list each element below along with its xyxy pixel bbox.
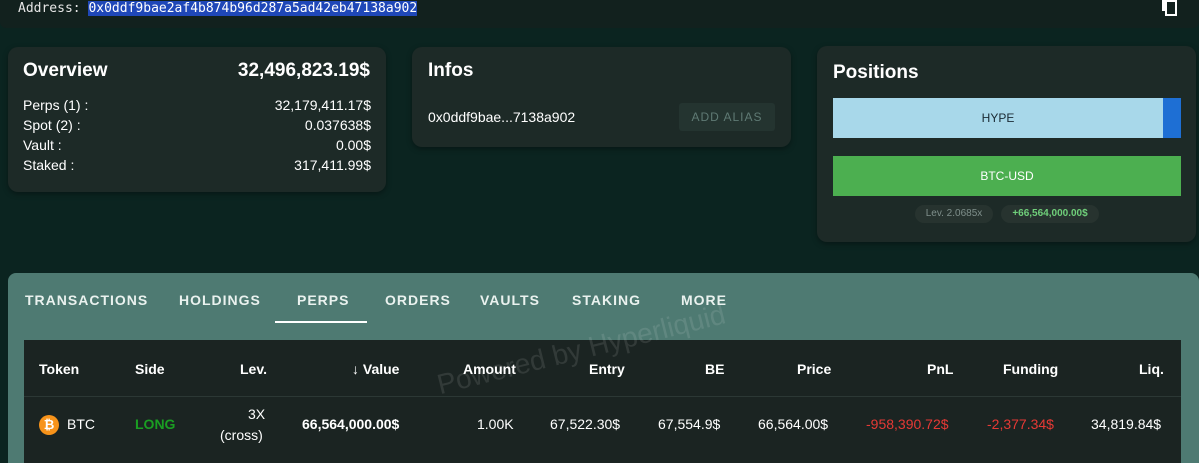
address-bar: Address: 0x0ddf9bae2af4b874b96d287a5ad42… [0,0,1199,28]
overview-row-perps: Perps (1) : 32,179,411.17$ [23,97,371,115]
overview-row-value: 0.00$ [335,137,371,153]
overview-row-label: Vault : [23,137,62,153]
tab-staking[interactable]: STAKING [572,292,641,308]
cell-side: LONG [135,416,176,432]
watermark: Powered by Hyperliquid [434,298,729,401]
cell-liq: 34,819.84$ [1091,416,1162,432]
header-price[interactable]: Price [797,361,831,377]
sort-down-icon: ↓ [352,361,359,377]
header-token[interactable]: Token [39,361,79,377]
bitcoin-icon: ₿ [39,415,59,435]
address-value[interactable]: 0x0ddf9bae2af4b874b96d287a5ad42eb47138a9… [88,1,418,16]
tab-orders[interactable]: ORDERS [385,292,451,308]
cell-token[interactable]: BTC [67,416,95,432]
positions-title: Positions [833,62,919,83]
overview-row-staked: Staked : 317,411.99$ [23,157,371,175]
cell-value: 66,564,000.00$ [302,416,400,432]
header-pnl[interactable]: PnL [927,361,953,377]
tab-transactions[interactable]: TRANSACTIONS [25,292,148,308]
overview-row-value: 317,411.99$ [294,157,371,173]
overview-row-label: Spot (2) : [23,117,81,133]
tab-vaults[interactable]: VAULTS [480,292,540,308]
cell-lev-line1: 3X [248,406,266,422]
perps-table: Powered by Hyperliquid Token Side Lev. ↓… [24,298,1181,463]
position-value-pill: +66,564,000.00$ [1001,205,1099,223]
infos-card: Infos 0x0ddf9bae...7138a902 ADD ALIAS [412,47,791,147]
short-address: 0x0ddf9bae...7138a902 [428,109,576,125]
header-value-label: Value [362,361,400,377]
header-value[interactable]: ↓ Value [352,361,399,377]
leverage-pill: Lev. 2.0685x [915,205,993,223]
header-lev[interactable]: Lev. [240,361,267,377]
tab-perps[interactable]: PERPS [297,292,349,308]
header-entry[interactable]: Entry [589,361,625,377]
cell-amount: 1.00K [477,416,514,432]
overview-card: Overview 32,496,823.19$ Perps (1) : 32,1… [8,47,386,192]
overview-row-value: 32,179,411.17$ [274,97,371,113]
overview-row-label: Staked : [23,157,75,173]
header-side[interactable]: Side [135,361,165,377]
positions-card: Positions HYPE BTC-USD Lev. 2.0685x +66,… [817,46,1196,242]
header-amount[interactable]: Amount [463,361,516,377]
add-alias-button[interactable]: ADD ALIAS [679,103,775,131]
infos-title: Infos [428,60,474,81]
overview-row-spot: Spot (2) : 0.037638$ [23,117,371,135]
cell-lev-line2: (cross) [220,427,263,443]
header-be[interactable]: BE [705,361,724,377]
copy-icon[interactable] [1160,0,1180,18]
overview-row-vault: Vault : 0.00$ [23,137,371,155]
address-text: Address: 0x0ddf9bae2af4b874b96d287a5ad42… [18,1,418,16]
cell-funding: -2,377.34$ [987,416,1054,432]
cell-pnl: -958,390.72$ [866,416,949,432]
cell-be: 67,554.9$ [658,416,721,432]
overview-row-value: 0.037638$ [304,117,371,133]
header-liq[interactable]: Liq. [1139,361,1164,377]
active-tab-indicator [275,321,367,323]
row-divider [24,396,1181,397]
tab-holdings[interactable]: HOLDINGS [179,292,261,308]
overview-total: 32,496,823.19$ [237,60,370,81]
cell-entry: 67,522.30$ [550,416,621,432]
header-funding[interactable]: Funding [1003,361,1058,377]
position-bar-btc-usd[interactable]: BTC-USD [833,156,1181,196]
address-label: Address: [18,1,81,16]
overview-row-label: Perps (1) : [23,97,89,113]
position-bar-hype[interactable]: HYPE [833,98,1181,138]
tabs-panel: TRANSACTIONS HOLDINGS PERPS ORDERS VAULT… [8,273,1199,463]
cell-price: 66,564.00$ [758,416,829,432]
overview-title: Overview [23,60,108,81]
